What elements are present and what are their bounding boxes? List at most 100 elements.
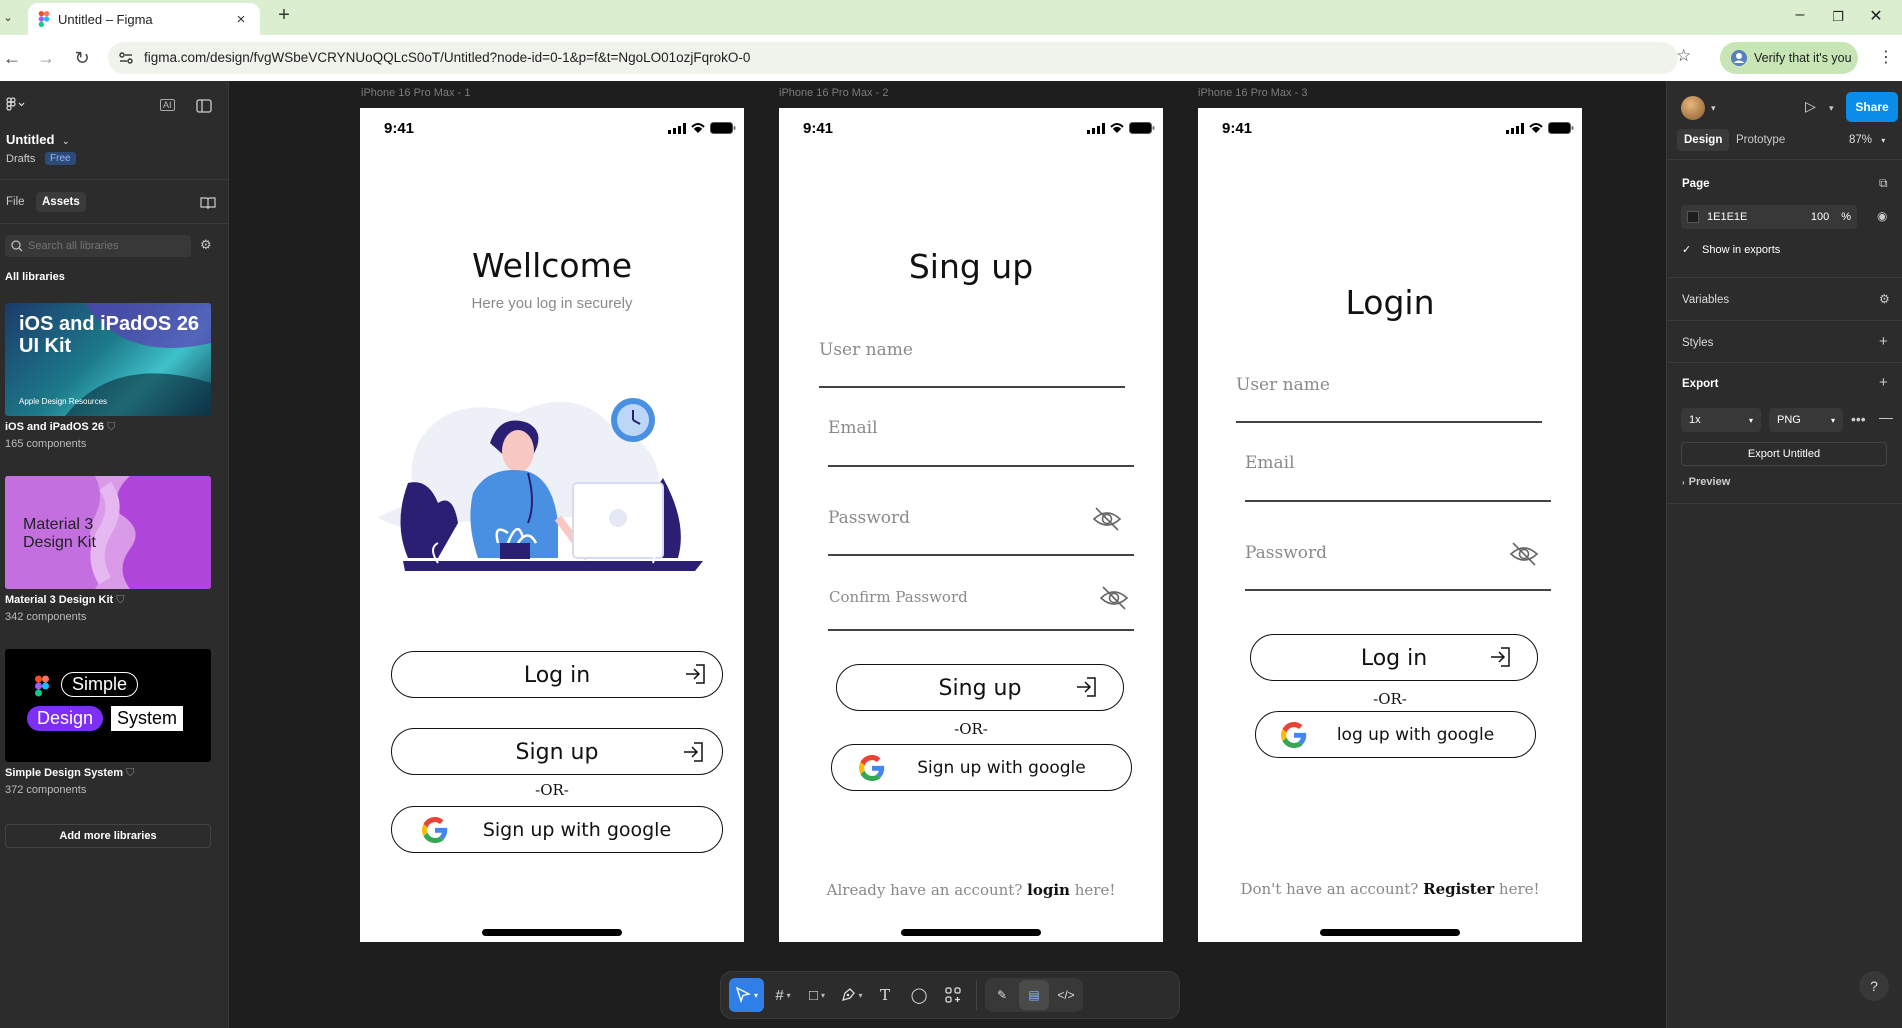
- tab-design[interactable]: Design: [1677, 129, 1730, 151]
- more-options-icon[interactable]: •••: [1851, 411, 1866, 427]
- share-button[interactable]: Share: [1846, 92, 1898, 122]
- library-thumbnail-ios[interactable]: iOS and iPadOS 26 UI Kit Apple Design Re…: [5, 303, 211, 416]
- username-field-label[interactable]: User name: [1236, 375, 1330, 395]
- login-button[interactable]: Log in: [391, 651, 723, 698]
- comment-tool[interactable]: ◯: [904, 978, 934, 1012]
- google-login-button[interactable]: log up with google: [1255, 711, 1536, 758]
- eye-off-icon[interactable]: [1509, 539, 1539, 569]
- actions-tool[interactable]: [938, 978, 968, 1012]
- forward-icon[interactable]: →: [34, 47, 58, 69]
- eye-off-icon[interactable]: [1099, 583, 1129, 613]
- user-avatar[interactable]: [1681, 96, 1705, 120]
- library-name[interactable]: Material 3 Design Kit ⛉: [5, 594, 125, 607]
- sidebar-toggle-icon[interactable]: [196, 99, 212, 113]
- preview-toggle[interactable]: › Preview: [1682, 476, 1730, 488]
- add-style-plus-icon[interactable]: +: [1879, 333, 1888, 350]
- password-field-label[interactable]: Password: [1245, 543, 1327, 563]
- shape-tool[interactable]: □ ▾: [802, 978, 832, 1012]
- dev-mode[interactable]: </>: [1051, 980, 1081, 1010]
- design-canvas[interactable]: iPhone 16 Pro Max - 1 9:41 Wellcome Here…: [229, 81, 1666, 1028]
- figma-main-menu-icon[interactable]: [6, 97, 26, 113]
- minimize-icon[interactable]: –: [1786, 6, 1814, 24]
- tab-assets[interactable]: Assets: [36, 192, 86, 212]
- add-export-plus-icon[interactable]: +: [1879, 374, 1888, 391]
- check-icon[interactable]: ✓: [1682, 244, 1694, 256]
- restore-icon[interactable]: ❐: [1824, 9, 1852, 25]
- page-color-hex[interactable]: 1E1E1E: [1707, 211, 1747, 223]
- export-format-select[interactable]: PNG ▾: [1769, 408, 1843, 432]
- login-link[interactable]: login: [1027, 881, 1070, 899]
- tab-file[interactable]: File: [0, 192, 31, 212]
- reload-icon[interactable]: ↻: [70, 47, 94, 69]
- color-swatch[interactable]: [1687, 211, 1699, 223]
- page-opacity[interactable]: 100: [1811, 211, 1829, 223]
- export-button[interactable]: Export Untitled: [1681, 442, 1887, 466]
- library-search[interactable]: [5, 235, 191, 257]
- file-name[interactable]: Untitled ⌄: [6, 132, 70, 147]
- tab-prototype[interactable]: Prototype: [1729, 129, 1792, 151]
- chevron-down-icon[interactable]: ▾: [1711, 103, 1716, 114]
- login-submit-button[interactable]: Log in: [1250, 634, 1538, 681]
- library-book-icon[interactable]: [200, 196, 216, 210]
- search-input[interactable]: [28, 240, 178, 252]
- browser-tab[interactable]: Untitled – Figma ×: [28, 3, 260, 35]
- new-tab-icon[interactable]: +: [272, 4, 296, 27]
- drafts-label[interactable]: Drafts: [6, 153, 35, 165]
- chevron-down-icon[interactable]: ▾: [1829, 103, 1834, 114]
- chevron-down-icon[interactable]: ▾: [859, 991, 863, 1000]
- remove-minus-icon[interactable]: —: [1879, 409, 1893, 425]
- frame-label[interactable]: iPhone 16 Pro Max - 1: [361, 87, 470, 99]
- back-icon[interactable]: ←: [0, 47, 24, 69]
- email-field-label[interactable]: Email: [828, 418, 878, 438]
- page-style-icon[interactable]: ⧉: [1879, 176, 1888, 191]
- iphone-frame-welcome[interactable]: 9:41 Wellcome Here you log in securely L…: [360, 108, 744, 942]
- zoom-level[interactable]: 87% ▾: [1849, 134, 1885, 146]
- chevron-down-icon[interactable]: ▾: [787, 991, 791, 1000]
- signup-submit-button[interactable]: Sing up: [836, 664, 1124, 711]
- library-name[interactable]: Simple Design System ⛉: [5, 767, 134, 780]
- page-color-field[interactable]: 1E1E1E 100%: [1681, 205, 1857, 229]
- google-signup-button[interactable]: Sign up with google: [831, 744, 1132, 791]
- verify-identity-button[interactable]: Verify that it's you: [1720, 42, 1858, 74]
- signup-arrow-icon: [684, 742, 703, 762]
- move-tool[interactable]: ▾: [729, 978, 765, 1012]
- window-close-icon[interactable]: ✕: [1862, 6, 1890, 26]
- pen-tool[interactable]: ▾: [836, 978, 866, 1012]
- tab-search-chevron-icon[interactable]: ⌄: [0, 8, 16, 26]
- draw-mode[interactable]: ✎: [987, 980, 1017, 1010]
- library-name[interactable]: iOS and iPadOS 26 ⛉: [5, 421, 115, 434]
- library-thumbnail-simple[interactable]: Simple Design System: [5, 649, 211, 762]
- eye-off-icon[interactable]: [1092, 504, 1122, 534]
- password-field-label[interactable]: Password: [828, 508, 910, 528]
- ai-icon[interactable]: AI: [160, 99, 175, 111]
- omnibox[interactable]: figma.com/design/fvgWSbeVCRYNUoQQLcS0oT/…: [108, 42, 1678, 74]
- design-mode[interactable]: ▤: [1019, 980, 1050, 1010]
- present-play-icon[interactable]: ▷: [1805, 98, 1816, 115]
- bookmark-star-icon[interactable]: ☆: [1676, 46, 1691, 66]
- library-thumbnail-material[interactable]: Material 3 Design Kit: [5, 476, 211, 589]
- site-settings-icon[interactable]: [118, 50, 134, 66]
- export-scale-select[interactable]: 1x ▾: [1681, 408, 1761, 432]
- signup-button[interactable]: Sign up: [391, 728, 723, 775]
- variables-sliders-icon[interactable]: ⚙: [1879, 292, 1890, 306]
- username-field-label[interactable]: User name: [819, 340, 913, 360]
- register-link[interactable]: Register: [1423, 880, 1494, 898]
- show-in-exports-row[interactable]: ✓ Show in exports: [1682, 244, 1780, 256]
- frame-label[interactable]: iPhone 16 Pro Max - 3: [1198, 87, 1307, 99]
- iphone-frame-login[interactable]: 9:41 Login User name Email Password Log …: [1198, 108, 1582, 942]
- chevron-down-icon[interactable]: ▾: [754, 991, 758, 1000]
- frame-tool[interactable]: # ▾: [768, 978, 798, 1012]
- confirm-password-field-label[interactable]: Confirm Password: [829, 588, 968, 606]
- visibility-eye-icon[interactable]: ◉: [1877, 209, 1887, 223]
- tab-close-icon[interactable]: ×: [232, 11, 250, 28]
- help-icon[interactable]: ?: [1859, 971, 1889, 1001]
- frame-label[interactable]: iPhone 16 Pro Max - 2: [779, 87, 888, 99]
- google-signup-button[interactable]: Sign up with google: [391, 806, 723, 853]
- add-more-libraries-button[interactable]: Add more libraries: [5, 824, 211, 848]
- text-tool[interactable]: T: [870, 978, 900, 1012]
- browser-menu-icon[interactable]: ⋮: [1878, 47, 1894, 67]
- iphone-frame-signup[interactable]: 9:41 Sing up User name Email Password Co…: [779, 108, 1163, 942]
- email-field-label[interactable]: Email: [1245, 453, 1295, 473]
- chevron-down-icon[interactable]: ▾: [821, 991, 825, 1000]
- filter-sliders-icon[interactable]: ⚙: [200, 237, 212, 253]
